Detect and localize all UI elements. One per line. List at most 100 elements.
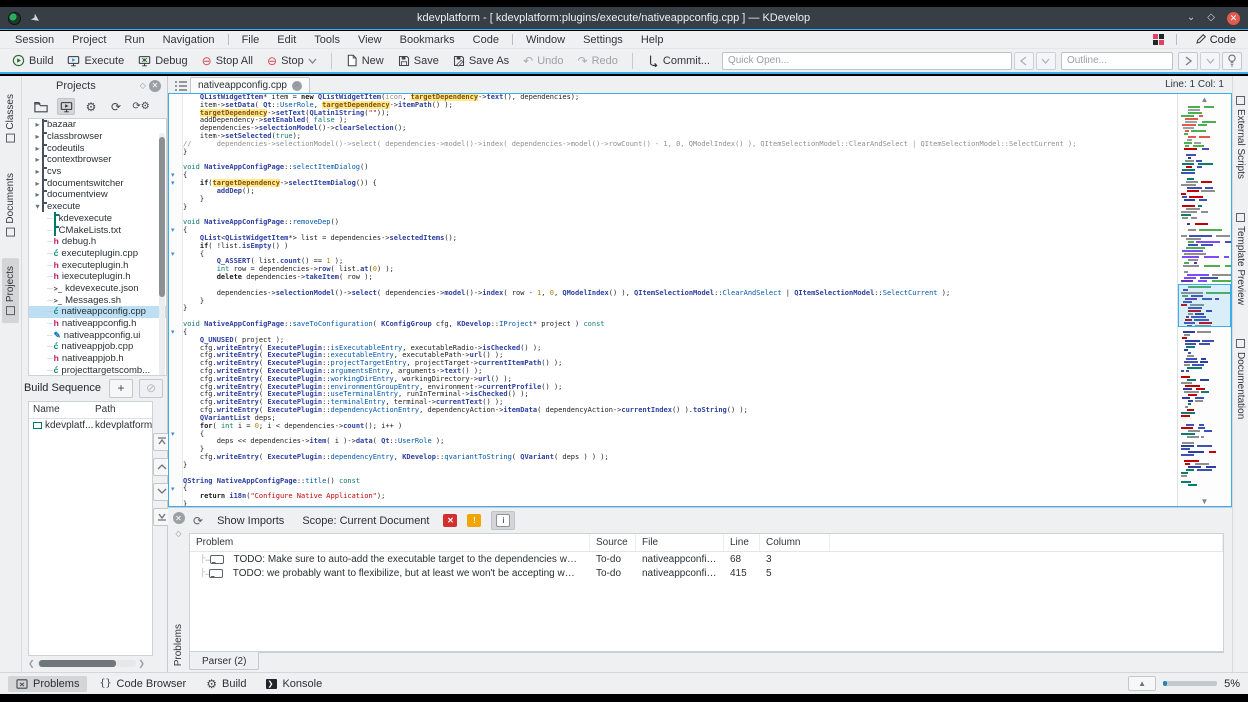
scroll-down-icon[interactable]: ▼ [1178,496,1231,506]
document-list-icon[interactable] [172,78,190,93]
menu-project[interactable]: Project [63,33,115,47]
toolview-tab-classes[interactable]: Classes [2,86,19,151]
tree-item-executeplugin-cpp[interactable]: ─ ċ̇ executeplugin.cpp [29,248,166,260]
build-button[interactable]: Build [6,52,59,69]
project-tree[interactable]: ▸ bazaar ▸ classbrowser ▸ codeutils ▸ contextbr… [28,118,167,376]
show-hints-toggle[interactable]: i [491,511,516,530]
tree-item-projecttargetscomb-[interactable]: ─ ċ̇ projecttargetscomb... [29,364,166,375]
code-editor[interactable]: ▾ ▾ ▾ ▾ ▾ ▾ ▾ QListWidgetItem* item = new QLis… [168,93,1232,507]
fold-marker-icon[interactable]: ▾ [171,227,175,234]
menu-navigation[interactable]: Navigation [154,33,224,47]
tree-item-nativeappconfig-cpp[interactable]: ─ ċ̇ nativeappconfig.cpp [29,306,166,318]
tree-item-kdevexecute-json[interactable]: ─ >_ kdevexecute.json [29,283,166,295]
menu-view[interactable]: View [349,33,391,47]
expand-icon[interactable]: ▸ [33,120,42,129]
close-panel-icon[interactable]: ✕ [149,79,161,92]
force-reparse-icon[interactable]: ⟳ [193,515,203,527]
menu-help[interactable]: Help [632,33,673,47]
stop-button[interactable]: ⊖ Stop [261,53,323,69]
build-sequence-scrollbar[interactable]: ❮ ❯ [28,658,145,669]
tree-item-documentswitcher[interactable]: ▸ documentswitcher [29,176,166,189]
quick-open-input[interactable]: Quick Open... [721,51,1012,70]
column-header-path[interactable]: Path [91,404,120,415]
code-area-button[interactable]: Code [1189,33,1242,47]
scroll-up-icon[interactable]: ▲ [1178,94,1231,104]
collapse-icon[interactable]: ▾ [33,202,42,211]
tree-item-cvs[interactable]: ▸ cvs [29,165,166,178]
tree-item-nativeappjob-h[interactable]: ─ h nativeappjob.h [29,353,166,365]
fold-marker-icon[interactable]: ▾ [171,431,175,438]
fold-marker-icon[interactable]: ▾ [171,486,175,493]
stop-all-button[interactable]: ⊖ Stop All [196,53,259,69]
previous-context-dropdown[interactable] [1035,51,1056,70]
tree-scrollbar[interactable] [159,133,165,375]
reload-all-button[interactable]: ⟳⚙ [132,98,150,115]
statusbar-build-button[interactable]: ⚙ Build [198,676,254,692]
outline-input[interactable]: Outline... [1060,51,1173,70]
expand-icon[interactable]: ▸ [33,144,42,153]
menu-settings[interactable]: Settings [574,33,632,47]
minimap-viewport[interactable] [1178,284,1231,328]
show-imports-button[interactable]: Show Imports [213,513,288,529]
problem-row[interactable]: ├─TODO: Make sure to auto-add the execut… [190,552,1223,566]
menu-edit[interactable]: Edit [268,33,305,47]
column-header-line[interactable]: Line [724,534,760,551]
statusbar-code-browser-button[interactable]: {} Code Browser [91,676,194,692]
close-tab-icon[interactable]: ✕ [291,80,302,91]
maximize-button[interactable]: ◇ [1207,13,1215,23]
add-build-item-button[interactable]: + [109,378,133,398]
toolview-tab-external-scripts[interactable]: External Scripts [1234,92,1247,183]
close-button[interactable]: ✕ [1227,11,1240,25]
menu-run[interactable]: Run [115,33,153,47]
float-toolview-icon[interactable]: ◇ [175,529,181,538]
tree-item-cmakelists-txt[interactable]: ─ CMakeLists.txt [29,223,166,236]
assistant-popup-button[interactable] [1222,51,1242,70]
toolview-tab-documents[interactable]: Documents [2,165,19,245]
tree-item-debug-h[interactable]: ─ h debug.h [29,236,166,248]
next-context-button[interactable] [1178,51,1198,70]
save-button[interactable]: Save [392,53,445,69]
minimize-button[interactable]: ⌄ [1187,13,1195,23]
column-header-name[interactable]: Name [29,404,91,415]
tree-item-bazaar[interactable]: ▸ bazaar [29,118,166,131]
tree-item-codeutils[interactable]: ▸ codeutils [29,141,166,154]
open-folder-button[interactable] [32,98,50,115]
show-warnings-toggle[interactable]: ! [467,514,482,527]
statusbar-problems-button[interactable]: Problems [8,675,88,692]
tree-item-kdevexecute[interactable]: ─ kdevexecute [29,211,166,225]
expand-icon[interactable]: ▸ [33,155,42,164]
column-header-problem[interactable]: Problem [190,534,590,551]
fold-marker-icon[interactable]: ▾ [171,251,175,258]
tree-item-nativeappconfig-ui[interactable]: ─ ✎ nativeappconfig.ui [29,329,166,341]
toolview-tab-template-preview[interactable]: Template Preview [1234,209,1247,309]
run-target-button[interactable] [57,98,75,115]
column-header-source[interactable]: Source [590,534,636,551]
execute-button[interactable]: Execute [61,53,130,69]
configure-button[interactable]: ⚙ [82,98,100,115]
tree-item-documentview[interactable]: ▸ documentview [29,188,166,201]
reload-button[interactable]: ⟳ [107,98,125,115]
tab-parser[interactable]: Parser (2) [189,652,260,670]
expand-icon[interactable]: ▸ [33,167,42,176]
fold-marker-icon[interactable]: ▾ [171,329,175,336]
area-switcher-icon[interactable] [1152,34,1164,45]
expand-statusbar-button[interactable]: ▲ [1128,676,1157,691]
expand-icon[interactable]: ▸ [33,190,42,199]
menu-window[interactable]: Window [517,33,574,47]
save-as-button[interactable]: Save As [447,53,515,69]
column-header-file[interactable]: File [636,534,724,551]
tree-item-messages-sh[interactable]: ─ >_ Messages.sh [29,294,166,306]
menu-bookmarks[interactable]: Bookmarks [391,33,464,47]
menu-file[interactable]: File [233,33,269,47]
redo-button[interactable]: ↷ Redo [572,53,624,69]
build-sequence-row[interactable]: kdevplatf... kdevplatform [29,419,152,433]
tab-nativeappconfig-cpp[interactable]: nativeappconfig.cpp ✕ [190,77,310,93]
tree-item-nativeappconfig-h[interactable]: ─ h nativeappconfig.h [29,318,166,330]
next-context-dropdown[interactable] [1200,51,1220,70]
fold-marker-icon[interactable]: ▾ [171,180,175,187]
menu-tools[interactable]: Tools [305,33,349,47]
column-header-column[interactable]: Column [760,534,830,551]
tree-item-classbrowser[interactable]: ▸ classbrowser [29,130,166,143]
previous-context-button[interactable] [1013,51,1034,70]
toolview-tab-projects[interactable]: Projects [2,258,19,324]
